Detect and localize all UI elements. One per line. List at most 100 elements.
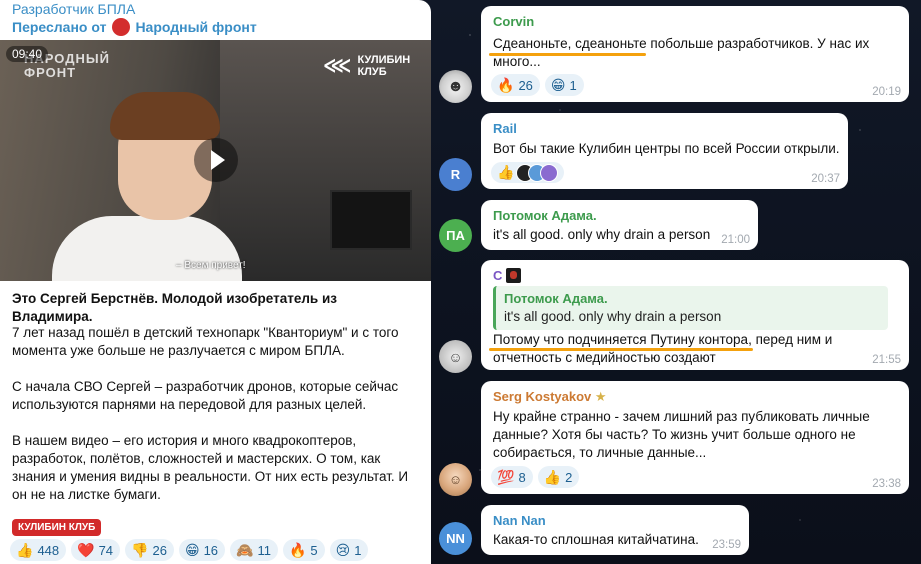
reaction-count: 448	[37, 542, 60, 558]
forwarded-header[interactable]: Переслано от Народный фронт	[12, 18, 257, 36]
heart-icon: ❤️	[77, 541, 95, 558]
message-sender[interactable]: Corvin	[493, 14, 534, 29]
message-bubble: Corvin Сдеаноньте, сдеаноньте побольше р…	[481, 6, 909, 102]
message-time: 20:37	[811, 173, 840, 185]
reaction-hundred[interactable]: 💯 8	[491, 466, 533, 488]
reaction-count: 16	[203, 542, 219, 558]
reaction-count: 11	[257, 542, 271, 558]
sender-name: C	[493, 268, 503, 283]
message-sender[interactable]: Потомок Адама.	[493, 208, 597, 223]
message-bubble: Serg Kostyakov ★ Ну крайне странно - зач…	[481, 381, 909, 494]
fire-icon: 🔥	[288, 541, 307, 558]
post-reactions: 👍 448 ❤️ 74 👎 26 😁 16 🙈 11 🔥 5 😢 1	[10, 539, 369, 561]
user-avatar[interactable]: ☻	[439, 70, 472, 103]
monitor-graphic	[330, 190, 412, 250]
highlight-underline	[489, 348, 753, 351]
video-subtitle: – Всем привет!	[176, 260, 246, 271]
message-text: собирається, то личные данные...	[493, 445, 707, 460]
reaction-thumbs-up[interactable]: 👍 448	[10, 539, 67, 561]
kulibin-logo-icon: ⋘	[323, 55, 352, 77]
message-sender[interactable]: Serg Kostyakov ★	[493, 389, 607, 405]
message-sender[interactable]: C	[493, 268, 522, 283]
thumbs-up-icon: 👍	[543, 468, 562, 485]
smiley-face-icon: ☻	[447, 77, 464, 95]
message-bubble: C Потомок Адама. it's all good. only why…	[481, 260, 909, 370]
reaction-with-users[interactable]: 👍	[491, 162, 565, 183]
hundred-points-icon: 💯	[497, 468, 515, 485]
reaction-fire[interactable]: 🔥 5	[282, 539, 325, 561]
reaction-heart[interactable]: ❤️ 74	[71, 539, 121, 561]
user-avatar[interactable]: R	[439, 158, 472, 191]
post-paragraph-line: знания и умения видны в реальности. От н…	[12, 469, 409, 484]
channel-avatar-icon	[112, 18, 131, 36]
user-avatar[interactable]: ПА	[439, 219, 472, 252]
reaction-count: 74	[98, 542, 114, 558]
reaction-fire[interactable]: 🔥 26	[491, 74, 540, 96]
highlight-underline	[489, 53, 646, 56]
see-no-evil-monkey-icon: 🙈	[236, 541, 254, 558]
message-bubble: Потомок Адама. it's all good. only why d…	[481, 200, 758, 250]
post-paragraph-line: разработок, полётов, сложностей и мастер…	[12, 451, 381, 466]
message-text: Ну крайне странно - зачем лишний раз пуб…	[493, 409, 870, 424]
message-time: 23:38	[872, 478, 901, 490]
grin-icon: 😁	[550, 76, 566, 93]
reaction-count: 1	[569, 77, 577, 93]
face-sketch-icon: ☺	[448, 348, 463, 365]
video-logo-right: ⋘ КУЛИБИН КЛУБ	[323, 54, 410, 78]
thumbs-down-icon: 👎	[131, 541, 149, 558]
crying-face-icon: 😢	[335, 541, 351, 558]
message-time: 23:59	[712, 539, 741, 551]
message-text: Сдеаноньте, сдеаноньте побольше разработ…	[493, 36, 870, 51]
message-time: 21:55	[872, 354, 901, 366]
reaction-count: 2	[565, 469, 573, 485]
reaction-count: 8	[518, 469, 526, 485]
message-text: Вот бы такие Кулибин центры по всей Росс…	[493, 141, 840, 156]
play-icon[interactable]	[194, 138, 238, 182]
person-photo-icon: ☺	[448, 472, 463, 487]
reaction-count: 5	[310, 542, 318, 558]
message-text: данные? Хотя бы часть? То жизнь учит бол…	[493, 427, 856, 442]
reaction-monkey[interactable]: 🙈 11	[230, 539, 278, 561]
reaction-grin[interactable]: 😁 16	[178, 539, 226, 561]
quote-sender: Потомок Адама.	[504, 291, 608, 306]
message-text: it's all good. only why drain a person	[493, 227, 711, 242]
message-sender[interactable]: Nan Nan	[493, 513, 546, 528]
reaction-thumbs-up[interactable]: 👍 2	[537, 466, 580, 488]
forwarded-source[interactable]: Народный фронт	[135, 19, 256, 35]
fire-icon: 🔥	[497, 76, 515, 93]
forwarded-post: Разработчик БПЛА Переслано от Народный ф…	[0, 0, 431, 564]
reaction-grin[interactable]: 😁 1	[544, 74, 584, 96]
message-bubble: Rail Вот бы такие Кулибин центры по всей…	[481, 113, 848, 189]
reaction-count: 26	[152, 542, 167, 558]
forwarded-prefix: Переслано от	[12, 19, 107, 35]
post-headline: Это Сергей Берстнёв. Молодой изобретател…	[12, 291, 337, 324]
logo-right-line2: КЛУБ	[357, 66, 387, 78]
message-sender[interactable]: Rail	[493, 121, 517, 136]
message-text: отчетность с медийностью создают	[493, 350, 716, 365]
sender-emoji-status-icon	[506, 268, 522, 283]
post-paragraph-line: 7 лет назад пошёл в детский технопарк "К…	[12, 325, 399, 340]
user-avatar[interactable]: NN	[439, 522, 472, 555]
message-bubble: Nan Nan Какая-то сплошная китайчатина. 2…	[481, 505, 749, 555]
reaction-count: 1	[354, 542, 362, 558]
user-avatar[interactable]: ☺	[439, 340, 472, 373]
post-paragraph-line: он не на листке бумаги.	[12, 487, 161, 502]
logo-left-line2: ФРОНТ	[24, 65, 77, 80]
star-icon: ★	[594, 389, 607, 404]
logo-right-line1: КУЛИБИН	[357, 54, 411, 66]
message-time: 20:19	[872, 86, 901, 98]
person-shirt	[52, 216, 242, 281]
channel-name[interactable]: Разработчик БПЛА	[12, 1, 135, 17]
message-time: 21:00	[721, 234, 750, 246]
reaction-thumbs-down[interactable]: 👎 26	[125, 539, 174, 561]
channel-tag-button[interactable]: КУЛИБИН КЛУБ	[12, 519, 102, 536]
video-preview[interactable]: НАРОДНЫЙ ФРОНТ ⋘ КУЛИБИН КЛУБ 09:40 – Вс…	[0, 40, 431, 281]
thumbs-up-icon: 👍	[16, 541, 34, 558]
reply-quote[interactable]: Потомок Адама. it's all good. only why d…	[493, 286, 888, 330]
post-paragraph-line: момента уже больше не разлучается с миро…	[12, 343, 345, 358]
reaction-crying[interactable]: 😢 1	[329, 539, 369, 561]
message-text: Потому что подчиняется Путину контора, п…	[493, 332, 833, 347]
post-paragraph-line: С начала СВО Сергей – разработчик дронов…	[12, 379, 399, 394]
user-avatar[interactable]: ☺	[439, 463, 472, 496]
message-reactions: 🔥 26 😁 1	[491, 74, 584, 96]
